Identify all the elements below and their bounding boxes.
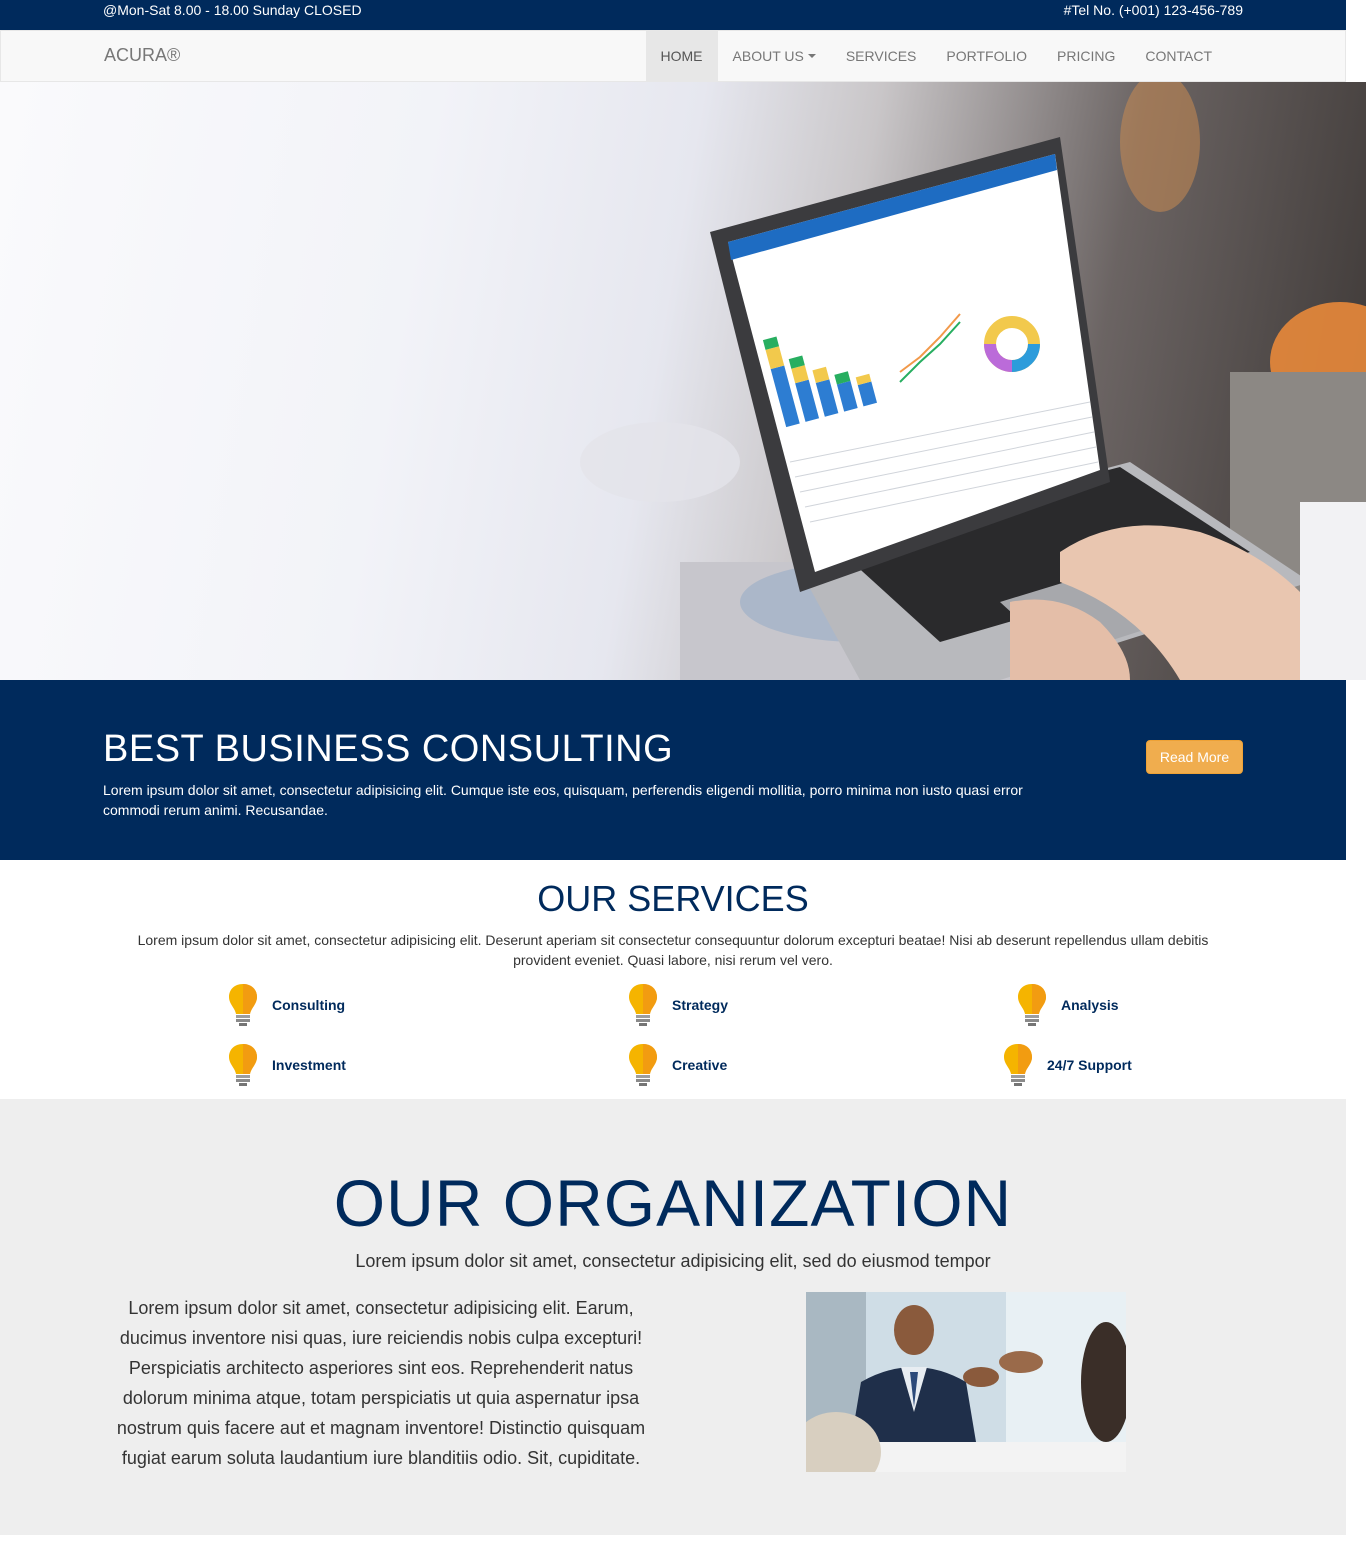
nav-item-label: CONTACT <box>1145 48 1212 64</box>
service-label: Analysis <box>1061 997 1119 1013</box>
lightbulb-icon <box>629 984 657 1026</box>
services-section: OUR SERVICES Lorem ipsum dolor sit amet,… <box>0 860 1346 1099</box>
read-more-button[interactable]: Read More <box>1146 740 1243 774</box>
nav-item-services[interactable]: SERVICES <box>831 30 932 82</box>
service-item-support[interactable]: 24/7 Support <box>1003 1042 1132 1088</box>
nav-item-label: PRICING <box>1057 48 1116 64</box>
services-description: Lorem ipsum dolor sit amet, consectetur … <box>137 932 1209 968</box>
services-title: OUR SERVICES <box>537 878 809 919</box>
lightbulb-icon <box>1004 1044 1032 1086</box>
top-info-bar: @Mon-Sat 8.00 - 18.00 Sunday CLOSED #Tel… <box>0 0 1346 30</box>
nav-item-home[interactable]: HOME <box>645 30 718 82</box>
nav-item-label: HOME <box>660 48 703 64</box>
service-item-creative[interactable]: Creative <box>628 1042 727 1088</box>
nav-item-portfolio[interactable]: PORTFOLIO <box>931 30 1042 82</box>
nav-item-label: SERVICES <box>845 48 917 64</box>
nav-item-label: PORTFOLIO <box>946 48 1028 64</box>
lightbulb-icon <box>229 984 257 1026</box>
service-label: Strategy <box>672 997 729 1013</box>
organization-title: OUR ORGANIZATION <box>333 1166 1013 1240</box>
main-nav: HOME ABOUT US SERVICES PORTFOLIO PRICING… <box>645 30 1227 82</box>
service-label: Creative <box>672 1057 728 1073</box>
brand-logo[interactable]: ACURA® <box>104 45 180 66</box>
service-label: Consulting <box>272 997 346 1013</box>
banner-text: Lorem ipsum dolor sit amet, consectetur … <box>103 782 1023 818</box>
phone-number[interactable]: #Tel No. (+001) 123-456-789 <box>1064 2 1243 18</box>
service-item-strategy[interactable]: Strategy <box>628 982 728 1028</box>
service-item-consulting[interactable]: Consulting <box>228 982 345 1028</box>
service-label: Investment <box>272 1057 346 1073</box>
hero-laptop-photo <box>0 82 1366 680</box>
nav-item-pricing[interactable]: PRICING <box>1042 30 1130 82</box>
banner-title: BEST BUSINESS CONSULTING <box>103 728 674 770</box>
organization-body: Lorem ipsum dolor sit amet, consectetur … <box>116 1298 646 1468</box>
lightbulb-icon <box>629 1044 657 1086</box>
caret-down-icon <box>807 54 816 58</box>
service-item-investment[interactable]: Investment <box>228 1042 346 1088</box>
opening-hours: @Mon-Sat 8.00 - 18.00 Sunday CLOSED <box>103 2 362 18</box>
nav-item-about-us[interactable]: ABOUT US <box>718 30 831 82</box>
organization-subtitle: Lorem ipsum dolor sit amet, consectetur … <box>355 1251 991 1271</box>
laptop-illustration <box>580 82 1366 680</box>
organization-section: OUR ORGANIZATION Lorem ipsum dolor sit a… <box>0 1099 1346 1535</box>
service-item-analysis[interactable]: Analysis <box>1017 982 1119 1028</box>
service-label: 24/7 Support <box>1047 1057 1132 1073</box>
business-meeting-illustration <box>806 1292 1126 1472</box>
nav-item-label: ABOUT US <box>732 48 804 64</box>
lightbulb-icon <box>229 1044 257 1086</box>
navbar: ACURA® HOME ABOUT US SERVICES PORTFOLIO … <box>0 30 1346 82</box>
consulting-banner: BEST BUSINESS CONSULTING Lorem ipsum dol… <box>0 680 1346 860</box>
lightbulb-icon <box>1018 984 1046 1026</box>
meeting-photo <box>806 1292 1126 1472</box>
nav-item-contact[interactable]: CONTACT <box>1130 30 1227 82</box>
